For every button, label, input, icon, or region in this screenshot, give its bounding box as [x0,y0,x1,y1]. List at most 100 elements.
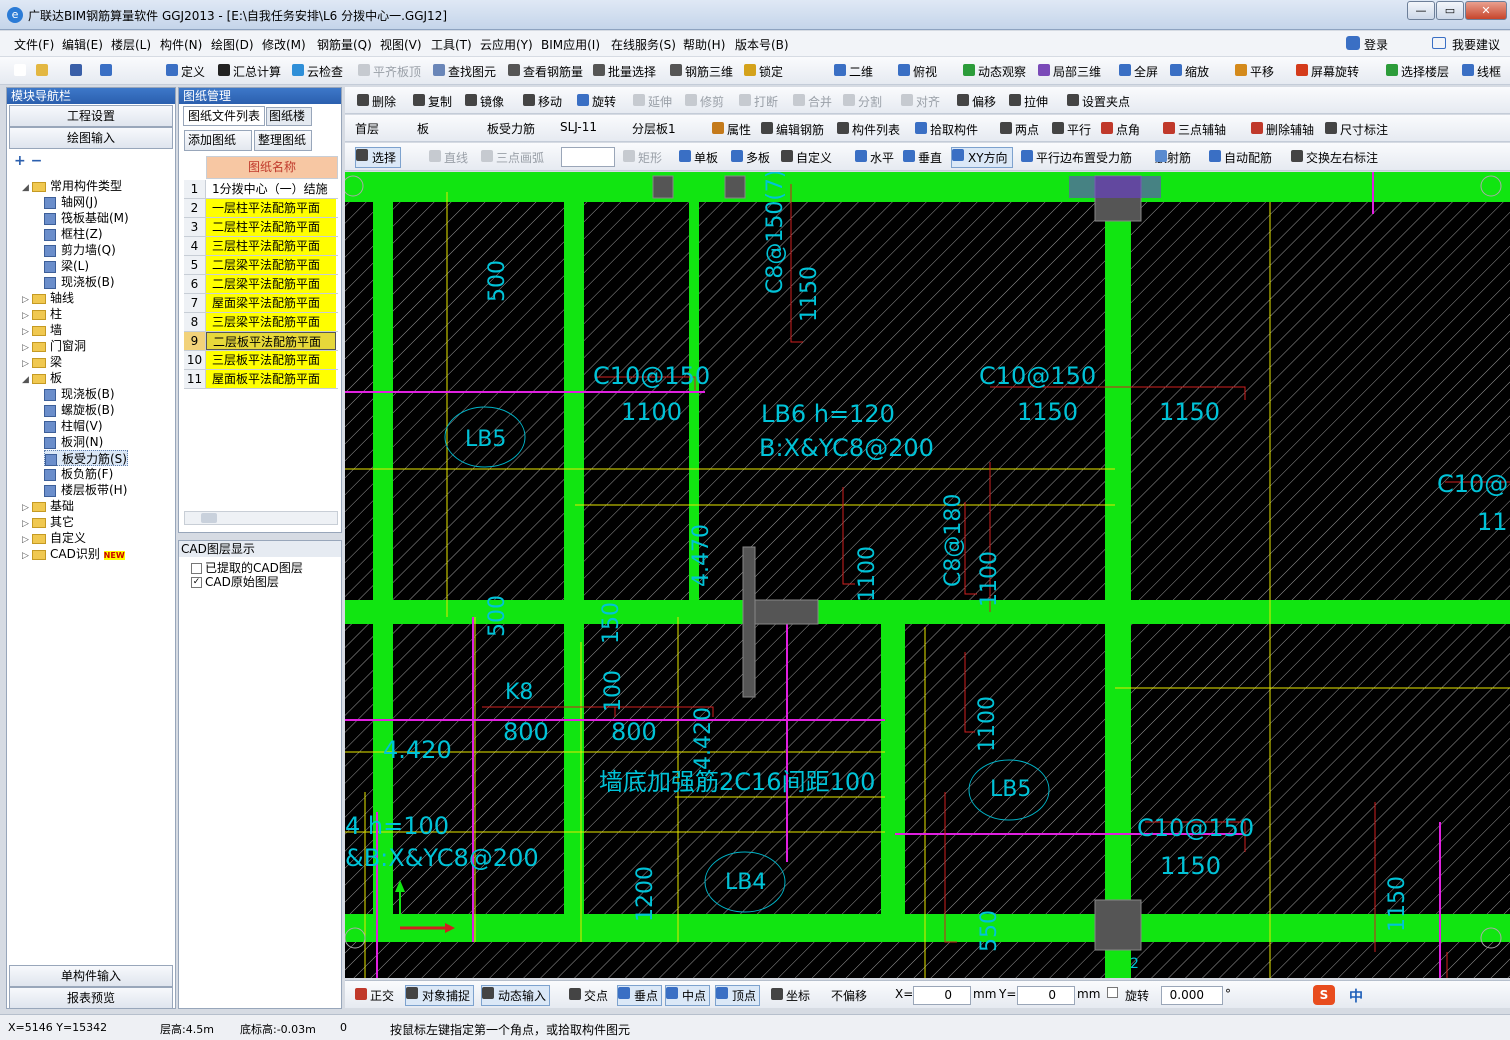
zoom-button[interactable]: 缩放 [1170,63,1209,80]
menu-edit[interactable]: 编辑(E) [62,36,103,53]
tree-item[interactable]: 现浇板(B) [44,274,115,290]
tree-item[interactable]: 筏板基础(M) [44,210,129,226]
swap-labels-button[interactable]: 交换左右标注 [1291,149,1378,166]
split-button[interactable]: 分割 [843,93,882,110]
delete-aux-button[interactable]: 删除辅轴 [1251,121,1314,138]
line-button[interactable]: 直线 [429,149,468,166]
view-rebar-qty-button[interactable]: 查看钢筋量 [508,63,583,80]
coordinate-snap[interactable]: 坐标 [771,987,810,1004]
menu-modify[interactable]: 修改(M) [262,36,306,53]
rotate-button[interactable]: 旋转 [577,93,616,110]
align-slab-top-button[interactable]: 平齐板顶 [358,63,421,80]
custom-button[interactable]: 自定义 [781,149,832,166]
lock-button[interactable]: 锁定 [744,63,783,80]
menu-file[interactable]: 文件(F) [14,36,54,53]
define-button[interactable]: 定义 [166,63,205,80]
menu-draw[interactable]: 绘图(D) [211,36,254,53]
rotate-checkbox[interactable] [1107,987,1118,998]
tree-item[interactable]: ◢ 板 [22,370,62,386]
rotate-input[interactable]: 0.000 [1161,986,1223,1005]
tree-item[interactable]: 框柱(Z) [44,226,103,242]
drawing-name-cell[interactable]: 三层板平法配筋平面 [206,351,336,369]
move-button[interactable]: 移动 [523,93,562,110]
drawing-name-cell[interactable]: 三层梁平法配筋平面 [206,313,336,331]
report-preview-button[interactable]: 报表预览 [9,987,173,1009]
maximize-button[interactable]: ▭ [1436,1,1464,20]
parallel-edge-rebar-button[interactable]: 平行边布置受力筋 [1021,149,1132,166]
break-button[interactable]: 打断 [739,93,778,110]
align-button[interactable]: 对齐 [901,93,940,110]
merge-button[interactable]: 合并 [793,93,832,110]
drawing-row[interactable]: 6 二层梁平法配筋平面 [184,275,338,294]
two-points-button[interactable]: 两点 [1000,121,1039,138]
dimension-button[interactable]: 尺寸标注 [1325,121,1388,138]
tree-item[interactable]: ▷ 墙 [22,322,62,338]
component-list-button[interactable]: 构件列表 [837,121,900,138]
tree-item[interactable]: 板负筋(F) [44,466,113,482]
drawing-name-cell[interactable]: 二层梁平法配筋平面 [206,256,336,274]
drawing-row[interactable]: 4 三层柱平法配筋平面 [184,237,338,256]
drawing-row[interactable]: 8 三层梁平法配筋平面 [184,313,338,332]
drawing-row[interactable]: 5 二层梁平法配筋平面 [184,256,338,275]
arc-type-dropdown[interactable] [561,147,615,167]
top-view-button[interactable]: 俯视 [898,63,937,80]
menu-version[interactable]: 版本号(B) [735,36,789,53]
menu-help[interactable]: 帮助(H) [683,36,725,53]
dynamic-input-toggle[interactable]: 动态输入 [481,985,551,1006]
ime-language[interactable]: 中 [1349,986,1363,1006]
drawing-canvas[interactable]: 500 C8@150(7) 1150 C10@150 1100 LB5 LB6 h=120 B… [345,172,1510,978]
drawing-name-cell[interactable]: 二层柱平法配筋平面 [206,218,336,236]
wireframe-button[interactable]: 线框 [1462,63,1501,80]
tree-item[interactable]: 螺旋板(B) [44,402,115,418]
tree-item[interactable]: ▷ CAD识别 NEW [22,546,125,562]
trim-button[interactable]: 修剪 [685,93,724,110]
expand-toggle-icon[interactable]: ◢ [22,180,32,196]
drawing-name-cell[interactable]: 二层梁平法配筋平面 [206,275,336,293]
login-button[interactable]: 登录 [1346,36,1388,53]
menu-rebar-qty[interactable]: 钢筋量(Q) [317,36,372,53]
select-button[interactable]: 选择 [355,147,402,168]
horizontal-scrollbar[interactable] [184,511,338,525]
tree-item[interactable]: 轴网(J) [44,194,98,210]
subtype-select[interactable]: 板受力筋 [487,120,535,137]
close-button[interactable]: ✕ [1465,1,1507,20]
menu-component[interactable]: 构件(N) [160,36,202,53]
column-header-drawing-name[interactable]: 图纸名称 [206,156,338,179]
tree-item[interactable]: ▷ 基础 [22,498,74,514]
layer-select[interactable]: 分层板1 [632,120,676,137]
type-select[interactable]: 板 [417,120,429,137]
drawing-name-cell[interactable]: 三层柱平法配筋平面 [206,237,336,255]
point-angle-button[interactable]: 点角 [1101,121,1140,138]
ime-logo-icon[interactable]: S [1313,985,1335,1005]
scroll-thumb[interactable] [201,513,217,523]
delete-button[interactable]: 删除 [357,93,396,110]
fullscreen-button[interactable]: 全屏 [1119,63,1158,80]
cloud-check-button[interactable]: 云检查 [292,63,343,80]
edit-rebar-button[interactable]: 编辑钢筋 [761,121,824,138]
stretch-button[interactable]: 拉伸 [1009,93,1048,110]
menu-floor[interactable]: 楼层(L) [111,36,151,53]
tree-item[interactable]: ▷ 自定义 [22,530,86,546]
drawing-row[interactable]: 1 1分拨中心（一）结施 [184,180,338,199]
drawing-row[interactable]: 10 三层板平法配筋平面 [184,351,338,370]
cad-layer-original[interactable]: ✓ CAD原始图层 [191,573,279,590]
select-floor-button[interactable]: 选择楼层 [1386,63,1449,80]
tab-drawing-floors[interactable]: 图纸楼 [266,107,312,126]
expand-collapse-icon[interactable]: + − [14,153,42,169]
pan-button[interactable]: 平移 [1235,63,1274,80]
pick-component-button[interactable]: 拾取构件 [915,121,978,138]
dynamic-orbit-button[interactable]: 动态观察 [963,63,1026,80]
organize-drawings-button[interactable]: 整理图纸 [254,130,312,151]
perpendicular-snap[interactable]: 垂点 [617,985,663,1006]
drawing-name-cell[interactable]: 屋面板平法配筋平面 [206,370,336,388]
summary-calc-button[interactable]: 汇总计算 [218,63,281,80]
drawing-name-cell[interactable]: 1分拨中心（一）结施 [206,180,336,198]
tree-item[interactable]: ▷ 轴线 [22,290,74,306]
menu-online[interactable]: 在线服务(S) [611,36,676,53]
rebar-3d-button[interactable]: 钢筋三维 [670,63,733,80]
radial-rebar-button[interactable]: 放射筋 [1155,149,1191,166]
component-name-select[interactable]: SLJ-11 [560,120,597,134]
tree-item[interactable]: ▷ 其它 [22,514,74,530]
2d-button[interactable]: 二维 [834,63,873,80]
tree-item[interactable]: 剪力墙(Q) [44,242,116,258]
